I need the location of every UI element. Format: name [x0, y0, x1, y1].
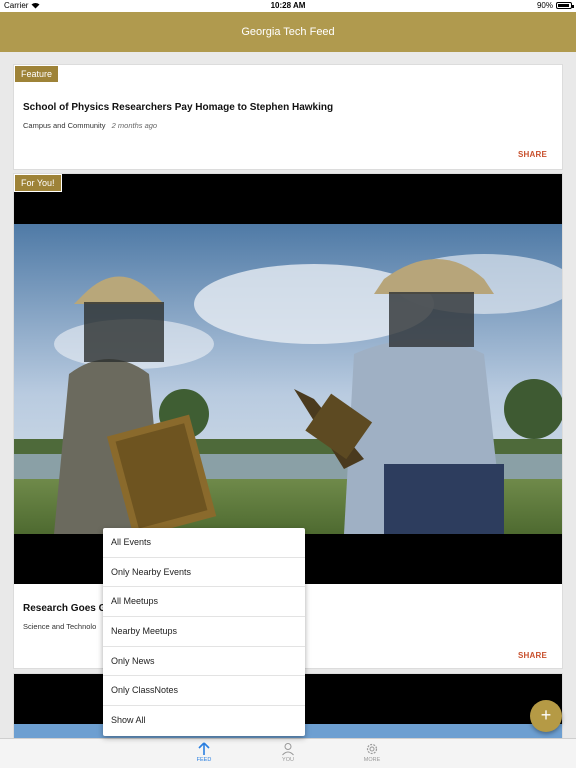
status-bar: Carrier 10:28 AM 90%: [0, 0, 576, 12]
menu-item-show-all[interactable]: Show All: [103, 706, 305, 736]
article-photo[interactable]: [14, 174, 562, 584]
battery-icon: [556, 2, 574, 9]
tab-feed[interactable]: FEED: [184, 742, 224, 763]
menu-item-all-events[interactable]: All Events: [103, 528, 305, 558]
arrow-up-icon: [198, 742, 210, 755]
for-you-badge: For You!: [14, 174, 62, 192]
menu-item-only-nearby-events[interactable]: Only Nearby Events: [103, 558, 305, 588]
person-icon: [282, 743, 294, 756]
page-title: Georgia Tech Feed: [241, 26, 335, 38]
menu-item-all-meetups[interactable]: All Meetups: [103, 587, 305, 618]
beekeepers-photo: [14, 224, 562, 534]
filter-menu: All Events Only Nearby Events All Meetup…: [103, 528, 305, 736]
feature-badge: Feature: [14, 65, 60, 83]
card-meta: Science and Technolo: [23, 622, 96, 631]
feed-card-feature[interactable]: Feature School of Physics Researchers Pa…: [13, 64, 563, 170]
card-category: Campus and Community: [23, 121, 106, 130]
tab-bar: FEED YOU MORE: [0, 738, 576, 768]
card-title[interactable]: Research Goes G: [23, 603, 106, 614]
menu-item-nearby-meetups[interactable]: Nearby Meetups: [103, 617, 305, 647]
menu-item-only-classnotes[interactable]: Only ClassNotes: [103, 676, 305, 707]
tab-label: MORE: [363, 757, 381, 763]
card-meta: Campus and Community 2 months ago: [23, 121, 157, 130]
tab-label: YOU: [282, 757, 294, 763]
card-category: Science and Technolo: [23, 622, 97, 631]
nav-bar: Georgia Tech Feed: [0, 12, 576, 52]
add-button[interactable]: +: [530, 700, 562, 732]
share-button[interactable]: SHARE: [518, 651, 547, 660]
status-time: 10:28 AM: [270, 1, 306, 10]
tab-you[interactable]: YOU: [268, 742, 308, 763]
tab-label: FEED: [196, 757, 212, 763]
share-button[interactable]: SHARE: [518, 150, 547, 159]
tab-more[interactable]: MORE: [352, 742, 392, 763]
gear-icon: [366, 743, 378, 755]
battery-percent: 90%: [536, 1, 553, 10]
card-age: 2 months ago: [111, 121, 158, 130]
card-title[interactable]: School of Physics Researchers Pay Homage…: [23, 102, 333, 113]
menu-item-only-news[interactable]: Only News: [103, 647, 305, 677]
